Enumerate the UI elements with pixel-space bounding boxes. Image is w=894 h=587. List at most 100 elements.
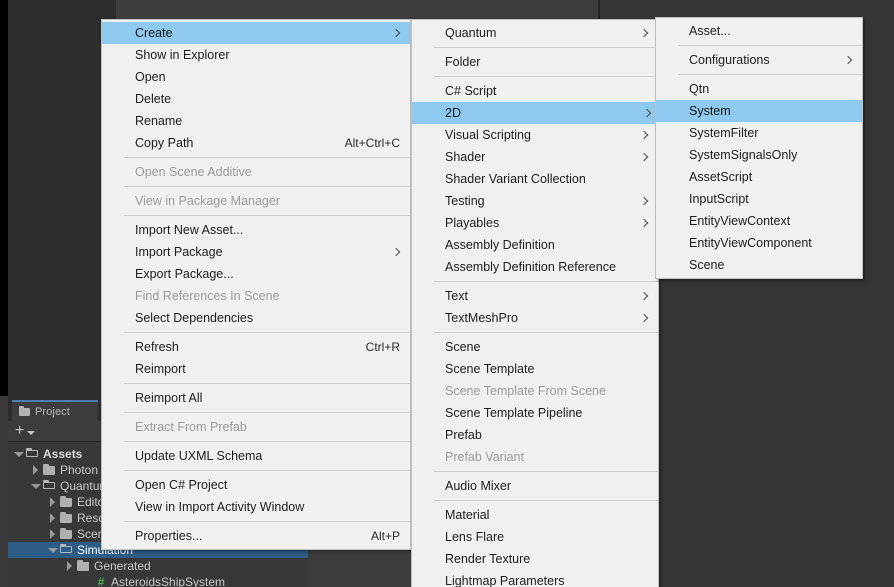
menu-item[interactable]: Assembly Definition Reference bbox=[412, 256, 658, 278]
quantum-2d-submenu[interactable]: Asset... Configurations Qtn System SystemFil… bbox=[655, 17, 863, 279]
tree-item-label: Generated bbox=[94, 559, 151, 573]
menu-item-label: Prefab Variant bbox=[445, 450, 524, 464]
menu-item[interactable]: 2D bbox=[412, 102, 661, 124]
menu-separator bbox=[124, 412, 410, 413]
menu-item[interactable]: Text bbox=[412, 285, 658, 307]
menu-item-label: Audio Mixer bbox=[445, 479, 511, 493]
menu-item[interactable]: Render Texture bbox=[412, 548, 658, 570]
menu-item-label: Reimport bbox=[135, 362, 186, 376]
menu-item[interactable]: Configurations bbox=[656, 49, 862, 71]
menu-item[interactable]: Lightmap Parameters bbox=[412, 570, 658, 587]
menu-item[interactable]: Delete bbox=[102, 88, 410, 110]
menu-item-label: Playables bbox=[445, 216, 500, 230]
menu-item: Scene Template From Scene bbox=[412, 380, 658, 402]
menu-item[interactable]: Show in Explorer bbox=[102, 44, 410, 66]
menu-item-label: Folder bbox=[445, 55, 481, 69]
expand-arrow-down-icon[interactable] bbox=[29, 478, 42, 494]
menu-item[interactable]: TextMeshPro bbox=[412, 307, 658, 329]
menu-item[interactable]: Properties... Alt+P bbox=[102, 525, 410, 547]
menu-item-label: Import New Asset... bbox=[135, 223, 244, 237]
tree-item[interactable]: # AsteroidsShipSystem bbox=[8, 574, 308, 587]
menu-item-label: Reimport All bbox=[135, 391, 203, 405]
menu-item[interactable]: Scene bbox=[656, 254, 862, 276]
create-submenu[interactable]: Quantum Folder C# Script 2D Visual Scripting… bbox=[411, 19, 661, 587]
menu-separator bbox=[434, 471, 658, 472]
menu-item[interactable]: SystemSignalsOnly bbox=[656, 144, 862, 166]
menu-item[interactable]: SystemFilter bbox=[656, 122, 862, 144]
editor-left-column bbox=[8, 0, 116, 400]
expand-arrow-right-icon[interactable] bbox=[29, 462, 42, 478]
menu-item-label: Delete bbox=[135, 92, 172, 106]
menu-separator bbox=[434, 332, 658, 333]
tab-project-label: Project bbox=[35, 405, 70, 418]
menu-item[interactable]: Export Package... bbox=[102, 263, 410, 285]
menu-item[interactable]: Audio Mixer bbox=[412, 475, 658, 497]
editor-left-edge bbox=[0, 0, 8, 396]
menu-item[interactable]: Folder bbox=[412, 51, 658, 73]
menu-item[interactable]: Open C# Project bbox=[102, 474, 410, 496]
menu-separator bbox=[434, 281, 658, 282]
menu-item-label: Scene bbox=[445, 340, 481, 354]
menu-item[interactable]: Scene Template bbox=[412, 358, 658, 380]
menu-item-label: Assembly Definition Reference bbox=[445, 260, 616, 274]
menu-item-label: SystemSignalsOnly bbox=[689, 148, 798, 162]
menu-item[interactable]: Assembly Definition bbox=[412, 234, 658, 256]
expand-arrow-down-icon[interactable] bbox=[46, 542, 59, 558]
menu-item[interactable]: EntityViewComponent bbox=[656, 232, 862, 254]
menu-item-label: Find References In Scene bbox=[135, 289, 280, 303]
menu-item[interactable]: View in Import Activity Window bbox=[102, 496, 410, 518]
menu-item[interactable]: Shader Variant Collection bbox=[412, 168, 658, 190]
menu-separator bbox=[124, 521, 410, 522]
menu-separator bbox=[678, 74, 862, 75]
menu-item[interactable]: Reimport bbox=[102, 358, 410, 380]
menu-separator bbox=[434, 500, 658, 501]
menu-item[interactable]: EntityViewContext bbox=[656, 210, 862, 232]
menu-item-label: EntityViewComponent bbox=[689, 236, 812, 250]
menu-item[interactable]: Testing bbox=[412, 190, 658, 212]
menu-item[interactable]: Rename bbox=[102, 110, 410, 132]
menu-item[interactable]: Prefab bbox=[412, 424, 658, 446]
menu-item-label: Extract From Prefab bbox=[135, 420, 247, 434]
menu-item-label: Export Package... bbox=[135, 267, 234, 281]
menu-item[interactable]: Create bbox=[102, 22, 410, 44]
plus-icon[interactable]: + bbox=[15, 423, 24, 439]
menu-item[interactable]: Material bbox=[412, 504, 658, 526]
menu-item[interactable]: InputScript bbox=[656, 188, 862, 210]
menu-item[interactable]: C# Script bbox=[412, 80, 658, 102]
menu-item[interactable]: Asset... bbox=[656, 20, 862, 42]
menu-item[interactable]: Select Dependencies bbox=[102, 307, 410, 329]
expand-arrow-right-icon[interactable] bbox=[46, 526, 59, 542]
chevron-down-icon[interactable] bbox=[27, 430, 36, 435]
menu-item[interactable]: Visual Scripting bbox=[412, 124, 658, 146]
folder-icon bbox=[59, 526, 75, 542]
menu-item[interactable]: Lens Flare bbox=[412, 526, 658, 548]
menu-item[interactable]: System bbox=[656, 100, 862, 122]
expand-arrow-right-icon[interactable] bbox=[46, 494, 59, 510]
menu-item[interactable]: Qtn bbox=[656, 78, 862, 100]
menu-item-label: Asset... bbox=[689, 24, 731, 38]
menu-item[interactable]: Import Package bbox=[102, 241, 410, 263]
menu-item[interactable]: Playables bbox=[412, 212, 658, 234]
menu-item[interactable]: Reimport All bbox=[102, 387, 410, 409]
menu-item[interactable]: Copy Path Alt+Ctrl+C bbox=[102, 132, 410, 154]
menu-item[interactable]: Scene bbox=[412, 336, 658, 358]
expand-arrow-right-icon[interactable] bbox=[46, 510, 59, 526]
menu-item-label: Open C# Project bbox=[135, 478, 228, 492]
menu-item-label: Select Dependencies bbox=[135, 311, 254, 325]
menu-item: Extract From Prefab bbox=[102, 416, 410, 438]
menu-item[interactable]: Update UXML Schema bbox=[102, 445, 410, 467]
menu-item[interactable]: Open bbox=[102, 66, 410, 88]
menu-item[interactable]: Import New Asset... bbox=[102, 219, 410, 241]
menu-item[interactable]: Refresh Ctrl+R bbox=[102, 336, 410, 358]
menu-item[interactable]: Scene Template Pipeline bbox=[412, 402, 658, 424]
tab-project[interactable]: Project bbox=[12, 400, 98, 421]
menu-item[interactable]: Shader bbox=[412, 146, 658, 168]
menu-item-label: TextMeshPro bbox=[445, 311, 518, 325]
expand-arrow-right-icon[interactable] bbox=[63, 558, 76, 574]
menu-item[interactable]: AssetScript bbox=[656, 166, 862, 188]
expand-arrow-down-icon[interactable] bbox=[12, 446, 25, 462]
menu-item[interactable]: Quantum bbox=[412, 22, 658, 44]
asset-context-menu[interactable]: Create Show in Explorer Open Delete Rename Co… bbox=[101, 19, 411, 550]
tree-item[interactable]: Generated bbox=[8, 558, 308, 574]
